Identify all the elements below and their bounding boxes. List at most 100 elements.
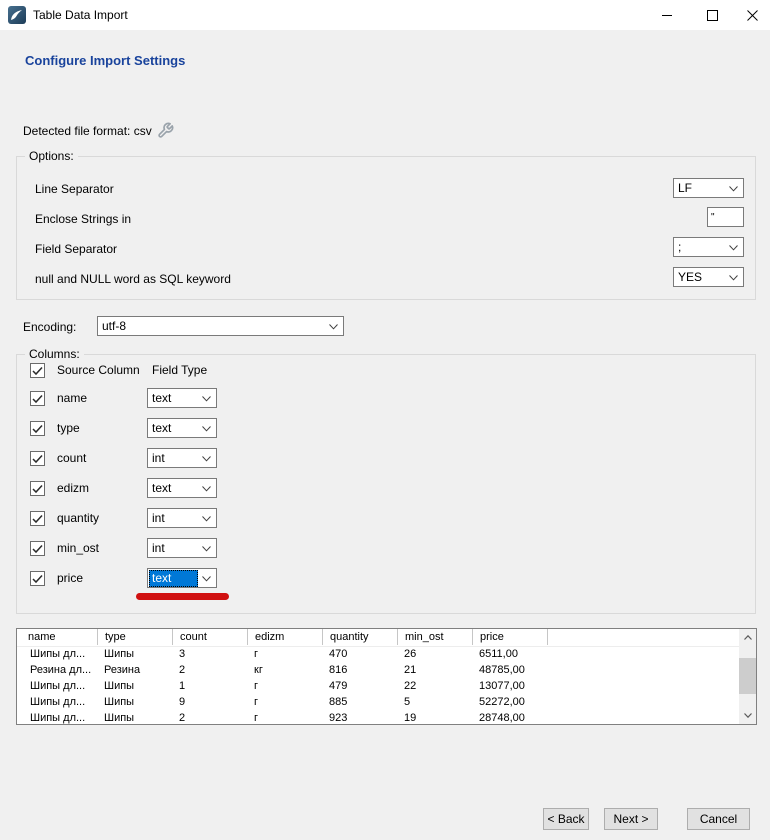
back-button[interactable]: < Back (543, 808, 589, 830)
cell: 28748,00 (472, 710, 547, 726)
chevron-down-icon (202, 426, 211, 432)
preview-col-header[interactable]: count (172, 629, 247, 645)
line-separator-label: Line Separator (35, 182, 114, 196)
cell: Резина дл... (17, 662, 97, 678)
preview-table-header: name type count edizm quantity min_ost p… (17, 629, 739, 647)
select-all-columns-checkbox[interactable] (30, 363, 45, 378)
table-row: Шипы дл... Шипы 9 г 885 5 52272,00 (17, 694, 739, 710)
enclose-strings-label: Enclose Strings in (35, 212, 131, 226)
cell: 1 (172, 678, 247, 694)
cell: Шипы (97, 678, 172, 694)
field-type-select-quantity[interactable]: int (147, 508, 217, 528)
field-type-select-count[interactable]: int (147, 448, 217, 468)
line-separator-select[interactable]: LF (673, 178, 744, 198)
close-icon (747, 10, 758, 21)
column-label-count: count (57, 451, 86, 465)
cell: г (247, 646, 322, 662)
preview-col-header[interactable]: edizm (247, 629, 322, 645)
check-icon (31, 513, 44, 525)
red-underline-annotation (136, 593, 229, 600)
vertical-scrollbar[interactable] (739, 629, 756, 724)
mysql-workbench-icon (8, 6, 26, 24)
chevron-down-icon (744, 713, 752, 718)
null-keyword-select[interactable]: YES (673, 267, 744, 287)
column-label-quantity: quantity (57, 511, 99, 525)
cell: 3 (172, 646, 247, 662)
close-button[interactable] (735, 0, 770, 30)
maximize-button[interactable] (690, 0, 735, 30)
table-data-import-window: Table Data Import Configure Import Setti… (0, 0, 770, 840)
scroll-up-button[interactable] (739, 629, 756, 646)
field-type-header: Field Type (152, 363, 207, 377)
cell: г (247, 710, 322, 726)
column-label-type: type (57, 421, 80, 435)
window-title: Table Data Import (33, 8, 128, 22)
next-button[interactable]: Next > (604, 808, 658, 830)
field-type-select-name[interactable]: text (147, 388, 217, 408)
chevron-down-icon (202, 396, 211, 402)
cell: 885 (322, 694, 397, 710)
cell: Шипы дл... (17, 694, 97, 710)
cell: 22 (397, 678, 472, 694)
preview-col-header[interactable]: price (472, 629, 547, 645)
maximize-icon (707, 10, 718, 21)
minimize-button[interactable] (644, 0, 689, 30)
cancel-button[interactable]: Cancel (687, 808, 750, 830)
columns-group: Columns: (16, 354, 756, 614)
preview-col-header[interactable]: name (17, 629, 97, 645)
cell: 470 (322, 646, 397, 662)
check-icon (31, 365, 44, 377)
field-type-select-min-ost[interactable]: int (147, 538, 217, 558)
field-type-select-type[interactable]: text (147, 418, 217, 438)
table-row: Шипы дл... Шипы 2 г 923 19 28748,00 (17, 710, 739, 726)
chevron-up-icon (744, 635, 752, 640)
scroll-down-button[interactable] (739, 707, 756, 724)
enclose-strings-input[interactable] (707, 207, 744, 227)
column-checkbox-quantity[interactable] (30, 511, 45, 526)
field-type-select-price[interactable]: text (147, 568, 217, 588)
preview-col-header[interactable]: min_ost (397, 629, 472, 645)
column-checkbox-type[interactable] (30, 421, 45, 436)
source-column-header: Source Column (57, 363, 140, 377)
encoding-select[interactable]: utf-8 (97, 316, 344, 336)
cell: 13077,00 (472, 678, 547, 694)
chevron-down-icon (202, 516, 211, 522)
cell: 479 (322, 678, 397, 694)
check-icon (31, 423, 44, 435)
cell: Шипы (97, 710, 172, 726)
cell: 48785,00 (472, 662, 547, 678)
column-checkbox-count[interactable] (30, 451, 45, 466)
preview-col-header[interactable]: quantity (322, 629, 397, 645)
cell: кг (247, 662, 322, 678)
chevron-down-icon (729, 245, 738, 251)
table-row: Шипы дл... Шипы 3 г 470 26 6511,00 (17, 646, 739, 662)
scrollbar-thumb[interactable] (739, 658, 756, 694)
chevron-down-icon (729, 275, 738, 281)
check-icon (31, 453, 44, 465)
wrench-icon (157, 122, 174, 139)
column-checkbox-name[interactable] (30, 391, 45, 406)
cell: Шипы (97, 646, 172, 662)
cell: 52272,00 (472, 694, 547, 710)
title-bar: Table Data Import (0, 0, 770, 30)
cell: Резина (97, 662, 172, 678)
page-title: Configure Import Settings (25, 53, 185, 68)
check-icon (31, 543, 44, 555)
column-checkbox-edizm[interactable] (30, 481, 45, 496)
detected-file-format-label: Detected file format: csv (23, 124, 152, 138)
cell: Шипы дл... (17, 710, 97, 726)
chevron-down-icon (202, 576, 211, 582)
encoding-label: Encoding: (23, 320, 76, 334)
field-type-select-edizm[interactable]: text (147, 478, 217, 498)
check-icon (31, 393, 44, 405)
preview-col-header[interactable]: type (97, 629, 172, 645)
check-icon (31, 573, 44, 585)
null-keyword-label: null and NULL word as SQL keyword (35, 272, 231, 286)
preview-col-header-filler (547, 629, 739, 645)
cell: 2 (172, 710, 247, 726)
cell: 21 (397, 662, 472, 678)
cell: 26 (397, 646, 472, 662)
column-checkbox-price[interactable] (30, 571, 45, 586)
field-separator-select[interactable]: ; (673, 237, 744, 257)
column-checkbox-min-ost[interactable] (30, 541, 45, 556)
